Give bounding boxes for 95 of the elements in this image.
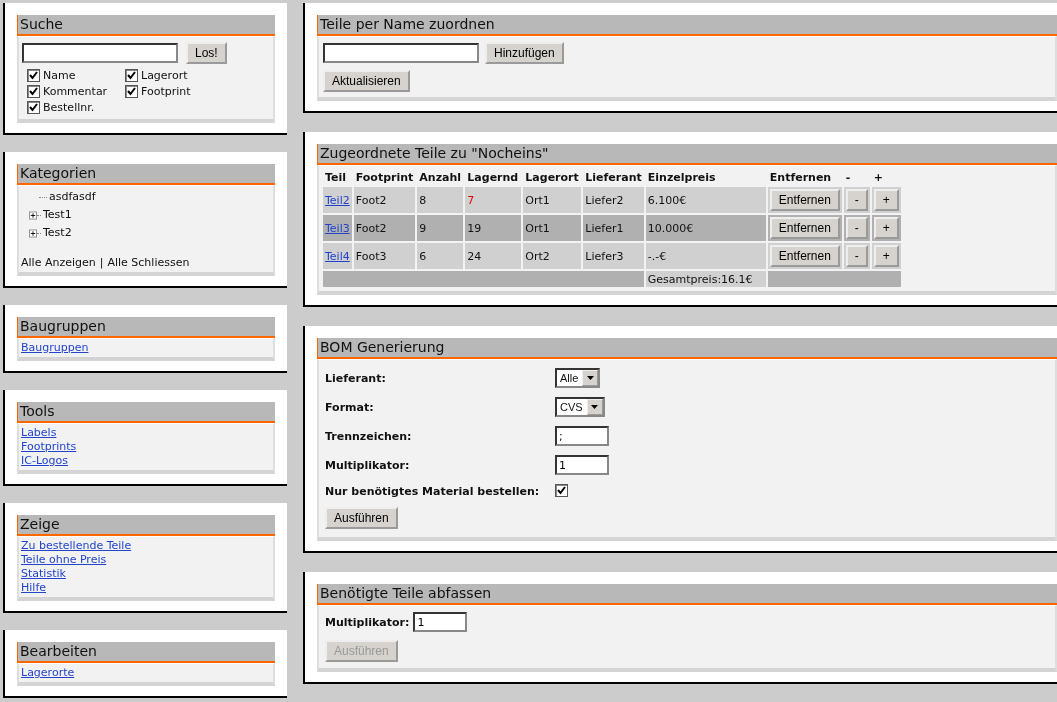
table-cell: Foot2	[353, 215, 416, 241]
tree-item[interactable]: Test2	[43, 224, 72, 242]
table-cell: -.-€	[645, 243, 766, 269]
panel-title: Zugeordnete Teile zu "Nocheins"	[317, 144, 1057, 165]
table-cell: Ort1	[523, 215, 582, 241]
checkbox[interactable]	[27, 101, 40, 114]
dropdown-arrow-icon	[586, 376, 594, 380]
sidebar-link[interactable]: Zu bestellende Teile	[21, 539, 132, 553]
checkbox-label: Bestellnr.	[43, 101, 95, 114]
refresh-button[interactable]: Aktualisieren	[323, 70, 410, 92]
checkbox[interactable]	[125, 85, 138, 98]
column-header: Lagernd	[466, 170, 520, 185]
field-label: Trennzeichen:	[325, 429, 413, 443]
column-header: Einzelpreis	[646, 170, 717, 185]
panel-title: BOM Generierung	[317, 338, 1057, 359]
column-header: Anzahl	[418, 170, 463, 185]
checkbox[interactable]	[27, 69, 40, 82]
sidebar-link[interactable]: Footprints	[21, 440, 77, 454]
show-all-link[interactable]: Alle Anzeigen	[21, 256, 96, 270]
column-header: Lagerort	[524, 170, 580, 185]
panel-title: Bearbeiten	[17, 642, 275, 663]
column-header: -	[844, 170, 852, 185]
sidebar-link[interactable]: Statistik	[21, 567, 66, 581]
search-field[interactable]	[22, 43, 178, 63]
column-header: Entfernen	[768, 170, 833, 185]
increase-button[interactable]: +	[873, 189, 899, 211]
table-cell: 8	[417, 187, 464, 213]
dropdown-arrow-icon	[591, 405, 599, 409]
decrease-button[interactable]: -	[845, 189, 868, 211]
table-cell: 7	[465, 187, 522, 213]
table-cell: 24	[465, 243, 522, 269]
table-cell: Liefer3	[583, 243, 644, 269]
column-header: Footprint	[354, 170, 415, 185]
table-cell: Foot3	[353, 243, 416, 269]
table-cell: 6	[417, 243, 464, 269]
table-cell: 10.000€	[645, 215, 766, 241]
table-cell: Foot2	[353, 187, 416, 213]
panel-title: Baugruppen	[17, 317, 275, 338]
add-button[interactable]: Hinzufügen	[485, 42, 564, 64]
remove-button[interactable]: Entfernen	[769, 245, 840, 267]
panel-title: Tools	[17, 402, 275, 423]
panel-title: Zeige	[17, 515, 275, 536]
dropdown[interactable]: Alle	[555, 368, 601, 388]
panel-title: Benötigte Teile abfassen	[317, 584, 1057, 605]
field-label: Format:	[325, 400, 375, 414]
column-header: Lieferant	[584, 170, 643, 185]
table-cell: 9	[417, 215, 464, 241]
table-cell: Liefer2	[583, 187, 644, 213]
search-button[interactable]: Los!	[186, 42, 227, 64]
run-button[interactable]: Ausführen	[325, 507, 398, 529]
table-cell: 19	[465, 215, 522, 241]
part-name-field[interactable]	[323, 43, 479, 63]
tree-item[interactable]: asdfasdf	[49, 188, 96, 206]
sidebar-link[interactable]: Lagerorte	[21, 666, 75, 680]
tree-item[interactable]: Test1	[43, 206, 72, 224]
input-field[interactable]: 1	[413, 612, 468, 632]
table-cell: 6.100€	[645, 187, 766, 213]
plus-box-icon[interactable]	[29, 210, 37, 220]
table-cell: Ort2	[523, 243, 582, 269]
total-price: Gesamtpreis:16.1€	[645, 271, 766, 287]
checkbox-label: Lagerort	[141, 69, 188, 82]
field-label: Multiplikator:	[325, 458, 411, 472]
panel-title: Kategorien	[17, 164, 275, 185]
field-label: Multiplikator:	[325, 615, 410, 629]
checkbox[interactable]	[27, 85, 40, 98]
close-all-link[interactable]: Alle Schliessen	[107, 256, 190, 270]
field-label: Lieferant:	[325, 371, 387, 385]
remove-button[interactable]: Entfernen	[769, 189, 840, 211]
panel-title: Teile per Name zuordnen	[317, 15, 1057, 36]
decrease-button[interactable]: -	[845, 217, 868, 239]
checkbox[interactable]	[125, 69, 138, 82]
sidebar-link[interactable]: Teile ohne Preis	[21, 553, 107, 567]
increase-button[interactable]: +	[873, 217, 899, 239]
checkbox-label: Footprint	[141, 85, 191, 98]
increase-button[interactable]: +	[873, 245, 899, 267]
column-header: +	[872, 170, 885, 185]
sidebar-link[interactable]: IC-Logos	[21, 454, 68, 468]
dropdown[interactable]: CVS	[555, 397, 605, 417]
input-field[interactable]: ;	[555, 426, 609, 446]
separator-text: |	[99, 256, 104, 270]
input-field[interactable]: 1	[555, 455, 609, 475]
checkbox[interactable]	[555, 484, 568, 497]
sidebar-link[interactable]: Hilfe	[21, 581, 47, 595]
sidebar-link[interactable]: Labels	[21, 426, 57, 440]
column-header: Teil	[324, 170, 348, 185]
field-label: Nur benötigtes Material bestellen:	[325, 484, 541, 498]
sidebar-link[interactable]: Baugruppen	[21, 341, 89, 355]
decrease-button[interactable]: -	[845, 245, 868, 267]
remove-button[interactable]: Entfernen	[769, 217, 840, 239]
checkbox-label: Name	[43, 69, 76, 82]
panel-title: Suche	[17, 15, 275, 36]
table-cell: Liefer1	[583, 215, 644, 241]
table-cell: Ort1	[523, 187, 582, 213]
plus-box-icon[interactable]	[29, 228, 37, 238]
checkbox-label: Kommentar	[43, 85, 108, 98]
